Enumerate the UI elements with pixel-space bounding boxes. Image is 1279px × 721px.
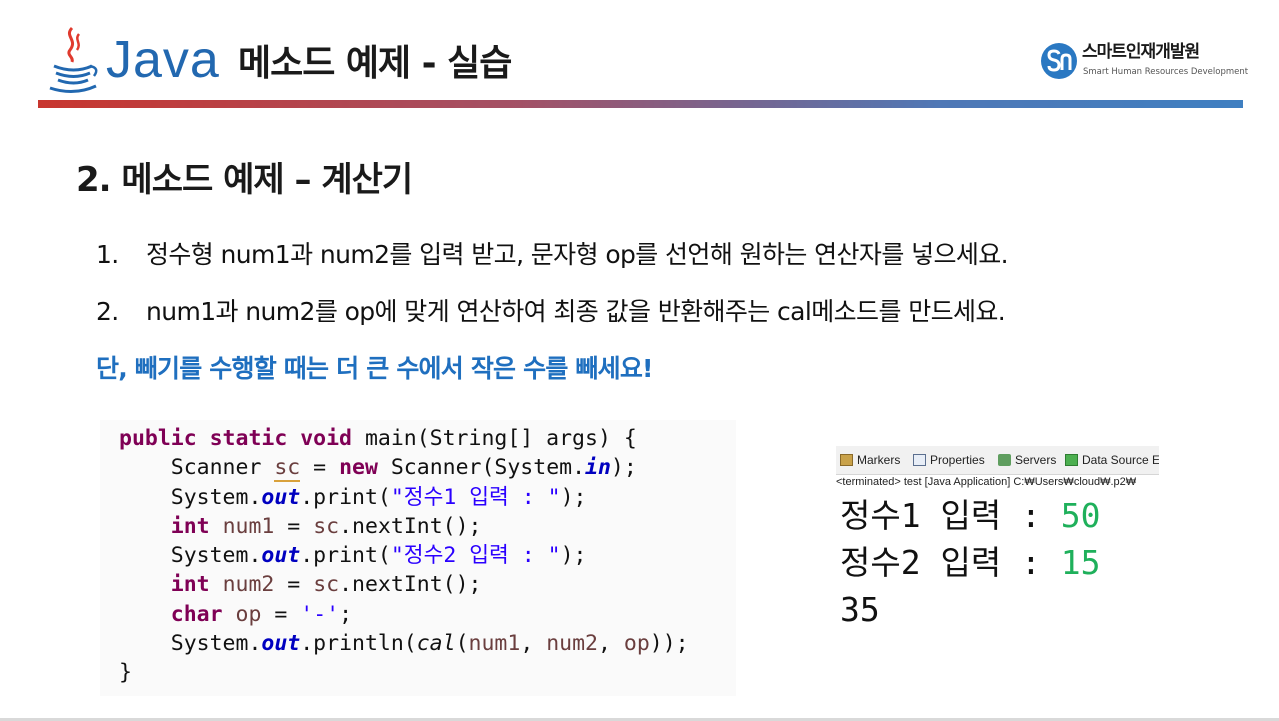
tab-label: Properties — [930, 453, 985, 467]
tab-label: Markers — [857, 453, 901, 467]
instruction-text: 정수형 num1과 num2를 입력 받고, 문자형 op를 선언해 원하는 연… — [146, 240, 1009, 269]
section-title: 2. 메소드 예제 – 계산기 — [76, 160, 413, 200]
code-snippet: public static void main(String[] args) {… — [119, 426, 689, 686]
brand-name: 스마트인재개발원 — [1082, 42, 1200, 62]
slide-title: 메소드 예제 - 실습 — [238, 43, 512, 84]
tab-label: Servers — [1015, 453, 1057, 467]
console-input: 50 — [1060, 496, 1101, 535]
console-status: <terminated> test [Java Application] C:₩… — [836, 476, 1137, 488]
tab-servers[interactable]: Servers — [998, 453, 1056, 467]
console-output: 35 — [840, 590, 880, 629]
tab-label: Data Source E — [1082, 453, 1159, 467]
instruction-item: 2. num1과 num2를 op에 맞게 연산하여 최종 값을 반환해주는 ca… — [96, 294, 1006, 330]
code-main-signature: main(String[] args) { — [364, 426, 637, 451]
code-prompt-1: "정수1 입력 : " — [390, 484, 561, 510]
instruction-text: num1과 num2를 op에 맞게 연산하여 최종 값을 반환해주는 cal메… — [146, 297, 1006, 326]
note-text: 단, 빼기를 수행할 때는 더 큰 수에서 작은 수를 빼세요! — [96, 354, 653, 383]
tab-properties[interactable]: Properties — [913, 453, 985, 467]
java-wordmark: Java — [106, 31, 220, 89]
console-panel: Markers Properties Servers Data Source E… — [836, 446, 1159, 642]
tab-data-source[interactable]: Data Source E — [1065, 453, 1159, 467]
instruction-item: 1. 정수형 num1과 num2를 입력 받고, 문자형 op를 선언해 원하는… — [96, 237, 1009, 273]
header-divider — [38, 100, 1243, 108]
console-prompt: 정수1 입력 : — [840, 496, 1061, 535]
code-op-value: '-' — [300, 601, 340, 627]
properties-icon — [913, 454, 926, 466]
servers-icon — [998, 454, 1011, 466]
brand-tagline: Smart Human Resources Development — [1083, 67, 1249, 77]
smhrd-logo-icon — [1041, 43, 1077, 79]
slide-header: Java 메소드 예제 - 실습 스마트인재개발원 Smart Human Re… — [0, 0, 1279, 110]
console-prompt: 정수2 입력 : — [840, 543, 1061, 582]
console-line: 35 — [840, 588, 880, 632]
data-source-icon — [1065, 454, 1078, 466]
java-cup-icon — [49, 26, 98, 93]
instruction-number: 1. — [96, 240, 119, 269]
console-tab-bar: Markers Properties Servers Data Source E — [836, 446, 1159, 475]
tab-markers[interactable]: Markers — [840, 453, 900, 467]
java-logo: Java — [48, 24, 220, 96]
markers-icon — [840, 454, 853, 466]
instruction-number: 2. — [96, 297, 119, 326]
code-prompt-2: "정수2 입력 : " — [390, 543, 561, 569]
brand-logo: 스마트인재개발원 Smart Human Resources Developme… — [1040, 40, 1248, 86]
console-input: 15 — [1060, 543, 1101, 582]
console-line: 정수1 입력 : 50 — [840, 494, 1101, 538]
console-line: 정수2 입력 : 15 — [840, 541, 1101, 585]
